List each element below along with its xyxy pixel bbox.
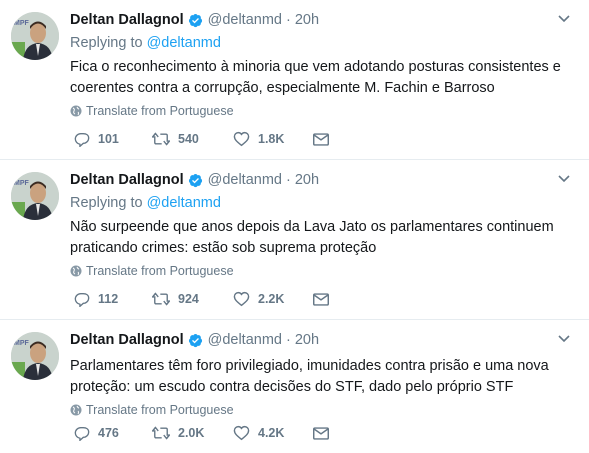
heart-icon <box>233 291 250 307</box>
separator-dot: · <box>285 172 291 188</box>
retweet-icon <box>152 292 170 306</box>
avatar[interactable]: MPF <box>11 172 59 220</box>
timeline: MPF Deltan Dallagnol @deltanmd · 20h Rep… <box>0 0 589 453</box>
tweet-actions: 476 2.0K 4.2K <box>74 425 337 441</box>
direct-message-button[interactable] <box>313 426 337 440</box>
like-count: 1.8K <box>258 132 285 146</box>
like-button[interactable]: 1.8K <box>233 131 313 147</box>
avatar-logo-text: MPF <box>14 180 30 187</box>
avatar[interactable]: MPF <box>11 332 59 380</box>
handle[interactable]: @deltanmd <box>208 332 282 348</box>
globe-icon <box>70 404 82 416</box>
replying-prefix: Replying to <box>70 35 143 51</box>
avatar-logo-text: MPF <box>14 340 30 347</box>
display-name[interactable]: Deltan Dallagnol <box>70 332 184 348</box>
reply-icon <box>74 293 90 307</box>
handle[interactable]: @deltanmd <box>208 12 282 28</box>
timestamp[interactable]: 20h <box>295 12 319 28</box>
envelope-icon <box>313 426 329 440</box>
avatar-logo-text: MPF <box>14 20 30 27</box>
translate-label: Translate from Portuguese <box>86 264 234 278</box>
retweet-icon <box>152 132 170 146</box>
chevron-down-icon[interactable] <box>557 334 571 344</box>
tweet-header: Deltan Dallagnol @deltanmd · 20h <box>70 330 575 350</box>
replying-to: Replying to @deltanmd <box>70 35 575 51</box>
tweet-header: Deltan Dallagnol @deltanmd · 20h <box>70 10 575 30</box>
translate-link[interactable]: Translate from Portuguese <box>70 264 575 278</box>
retweet-icon <box>152 426 170 440</box>
replying-prefix: Replying to <box>70 195 143 211</box>
retweet-count: 924 <box>178 292 199 306</box>
translate-label: Translate from Portuguese <box>86 104 234 118</box>
retweet-button[interactable]: 540 <box>152 131 233 147</box>
separator-dot: · <box>285 332 291 348</box>
separator-dot: · <box>285 12 291 28</box>
translate-label: Translate from Portuguese <box>86 403 234 417</box>
retweet-count: 2.0K <box>178 426 205 440</box>
direct-message-button[interactable] <box>313 132 337 146</box>
tweet-header: Deltan Dallagnol @deltanmd · 20h <box>70 170 575 190</box>
direct-message-button[interactable] <box>313 292 337 306</box>
retweet-button[interactable]: 2.0K <box>152 425 233 441</box>
reply-button[interactable]: 476 <box>74 425 152 441</box>
reply-icon <box>74 133 90 147</box>
display-name[interactable]: Deltan Dallagnol <box>70 172 184 188</box>
replying-to-link[interactable]: @deltanmd <box>147 195 221 211</box>
reply-icon <box>74 427 90 441</box>
chevron-down-icon[interactable] <box>557 174 571 184</box>
globe-icon <box>70 265 82 277</box>
tweet-content: Deltan Dallagnol @deltanmd · 20h Replyin… <box>70 170 575 278</box>
like-button[interactable]: 4.2K <box>233 425 313 441</box>
reply-button[interactable]: 101 <box>74 131 152 147</box>
heart-icon <box>233 131 250 147</box>
like-button[interactable]: 2.2K <box>233 291 313 307</box>
verified-badge-icon <box>188 173 203 188</box>
tweet-actions: 101 540 1.8K <box>74 131 337 147</box>
heart-icon <box>233 425 250 441</box>
envelope-icon <box>313 132 329 146</box>
reply-count: 101 <box>98 132 119 146</box>
globe-icon <box>70 105 82 117</box>
reply-button[interactable]: 112 <box>74 291 152 307</box>
chevron-down-icon[interactable] <box>557 14 571 24</box>
tweet-text: Não surpeende que anos depois da Lava Ja… <box>70 219 554 256</box>
timestamp[interactable]: 20h <box>295 332 319 348</box>
tweet-actions: 112 924 2.2K <box>74 291 337 307</box>
reply-count: 476 <box>98 426 119 440</box>
verified-badge-icon <box>188 333 203 348</box>
retweet-count: 540 <box>178 132 199 146</box>
display-name[interactable]: Deltan Dallagnol <box>70 12 184 28</box>
replying-to-link[interactable]: @deltanmd <box>147 35 221 51</box>
envelope-icon <box>313 292 329 306</box>
timestamp[interactable]: 20h <box>295 172 319 188</box>
tweet-content: Deltan Dallagnol @deltanmd · 20h Replyin… <box>70 10 575 118</box>
verified-badge-icon <box>188 13 203 28</box>
handle[interactable]: @deltanmd <box>208 172 282 188</box>
translate-link[interactable]: Translate from Portuguese <box>70 104 575 118</box>
tweet-content: Deltan Dallagnol @deltanmd · 20h Parlame… <box>70 330 575 417</box>
reply-count: 112 <box>98 292 119 306</box>
tweet[interactable]: MPF Deltan Dallagnol @deltanmd · 20h Par… <box>0 320 589 453</box>
tweet[interactable]: MPF Deltan Dallagnol @deltanmd · 20h Rep… <box>0 0 589 160</box>
avatar[interactable]: MPF <box>11 12 59 60</box>
translate-link[interactable]: Translate from Portuguese <box>70 403 575 417</box>
like-count: 2.2K <box>258 292 285 306</box>
replying-to: Replying to @deltanmd <box>70 195 575 211</box>
tweet[interactable]: MPF Deltan Dallagnol @deltanmd · 20h Rep… <box>0 160 589 320</box>
tweet-text: Parlamentares têm foro privilegiado, imu… <box>70 358 549 395</box>
retweet-button[interactable]: 924 <box>152 291 233 307</box>
tweet-text: Fica o reconhecimento à minoria que vem … <box>70 59 561 96</box>
like-count: 4.2K <box>258 426 285 440</box>
